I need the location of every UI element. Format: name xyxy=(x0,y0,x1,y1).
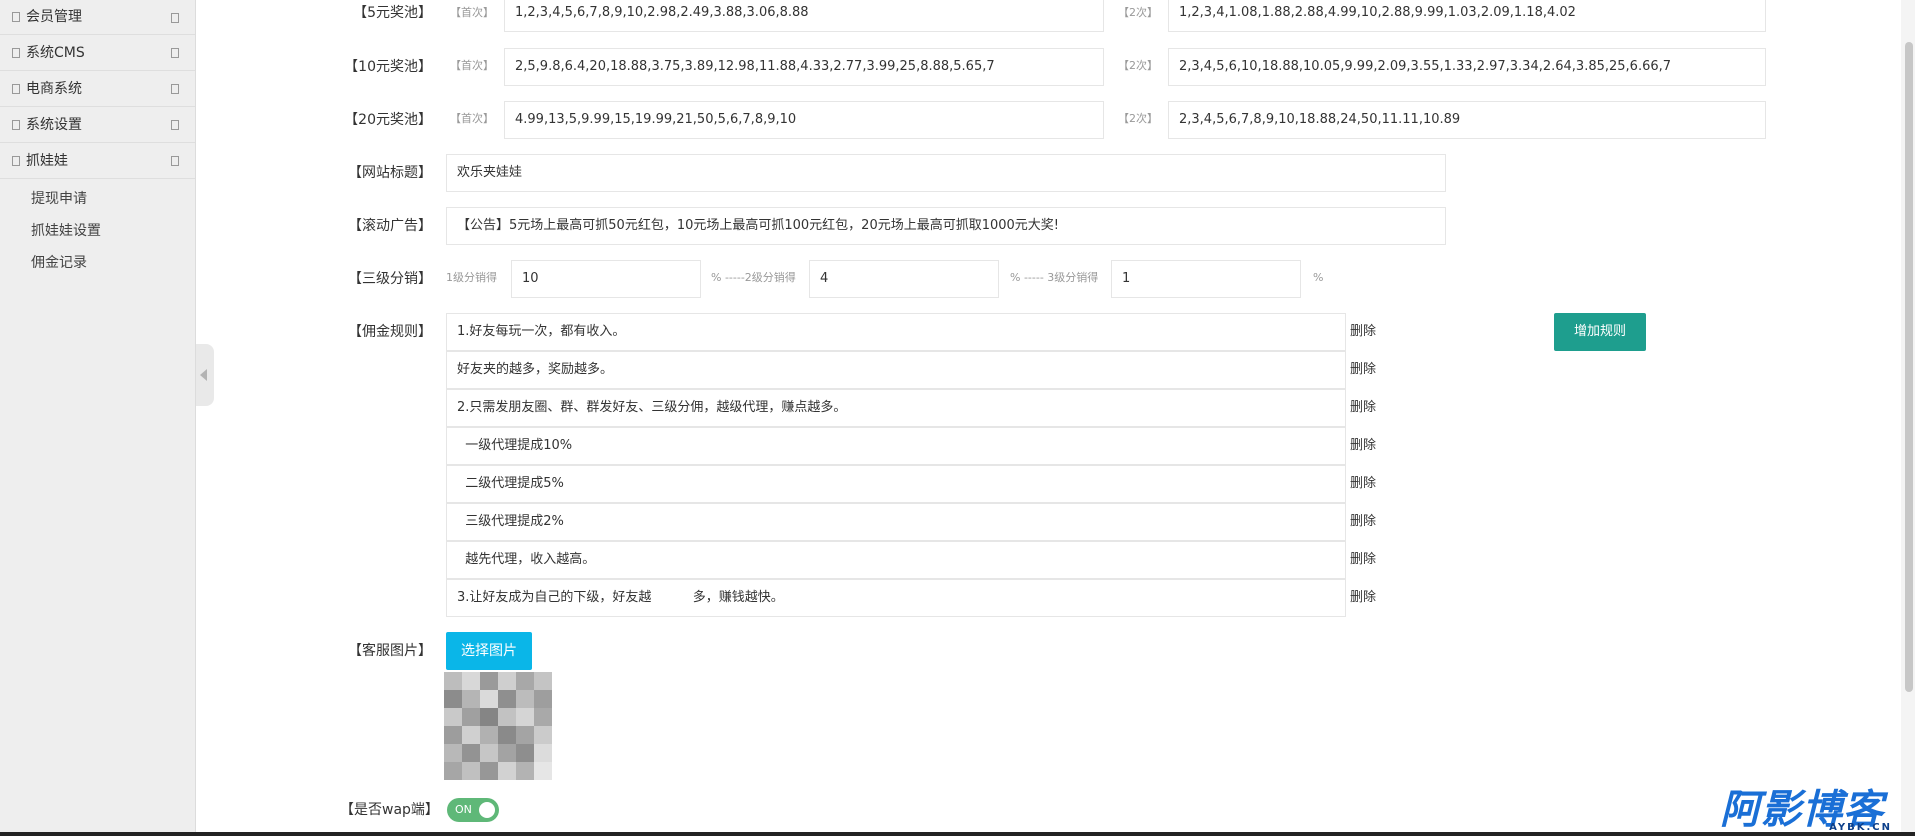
distribution-percent-suffix: % xyxy=(1313,271,1324,284)
delete-rule-button[interactable]: 删除 xyxy=(1350,313,1376,351)
add-rule-button[interactable]: 增加规则 xyxy=(1554,313,1646,351)
menu-icon xyxy=(12,120,20,130)
sidebar-item-cms[interactable]: 系统CMS xyxy=(0,35,195,71)
delete-rule-button[interactable]: 删除 xyxy=(1350,541,1376,579)
pool-10-first-hint: 【首次】 xyxy=(450,59,494,72)
sidebar-item-label: 系统设置 xyxy=(26,117,82,133)
delete-rule-button[interactable]: 删除 xyxy=(1350,427,1376,465)
pool-5-second-input[interactable]: 1,2,3,4,1.08,1.88,2.88,4.99,10,2.88,9.99… xyxy=(1168,0,1766,32)
delete-rule-button[interactable]: 删除 xyxy=(1350,503,1376,541)
pool-20-second-hint: 【2次】 xyxy=(1118,112,1158,125)
sidebar-item-label: 电商系统 xyxy=(26,81,82,97)
sidebar-subitem-withdraw[interactable]: 提现申请 xyxy=(0,183,195,215)
sidebar-subitem-commission-log[interactable]: 佣金记录 xyxy=(0,247,195,279)
menu-icon xyxy=(12,12,20,22)
pool-10-second-input[interactable]: 2,3,4,5,6,10,18.88,10.05,9.99,2.09,3.55,… xyxy=(1168,48,1766,86)
expand-icon xyxy=(171,84,179,94)
distribution-l1-hint: 1级分销得 xyxy=(446,271,497,284)
commission-rule-input[interactable]: 3.让好友成为自己的下级，好友越 多，赚钱越快。 xyxy=(446,579,1346,617)
commission-rule-input[interactable]: 2.只需发朋友圈、群、群发好友、三级分佣，越级代理，赚点越多。 xyxy=(446,389,1346,427)
marquee-input[interactable]: 【公告】5元场上最高可抓50元红包，10元场上最高可抓100元红包，20元场上最… xyxy=(446,207,1446,245)
service-qr-image xyxy=(444,672,552,780)
distribution-l3-input[interactable]: 1 xyxy=(1111,260,1301,298)
sidebar-item-label: 抓娃娃 xyxy=(26,153,68,169)
commission-rule-input[interactable]: 三级代理提成2% xyxy=(446,503,1346,541)
site-title-input[interactable]: 欢乐夹娃娃 xyxy=(446,154,1446,192)
distribution-l2-input[interactable]: 4 xyxy=(809,260,999,298)
expand-icon xyxy=(171,120,179,130)
distribution-l2-hint: % -----2级分销得 xyxy=(711,271,796,284)
choose-image-button[interactable]: 选择图片 xyxy=(446,632,532,670)
commission-rule-input[interactable]: 二级代理提成5% xyxy=(446,465,1346,503)
menu-icon xyxy=(12,84,20,94)
toggle-knob xyxy=(479,802,495,818)
sidebar: 会员管理 系统CMS 电商系统 系统设置 抓娃娃 提现申请 抓娃娃设置 佣金记录 xyxy=(0,0,196,836)
delete-rule-button[interactable]: 删除 xyxy=(1350,389,1376,427)
collapse-arrow-icon xyxy=(200,369,207,381)
pool-10-second-hint: 【2次】 xyxy=(1118,59,1158,72)
sidebar-submenu: 提现申请 抓娃娃设置 佣金记录 xyxy=(0,179,195,279)
menu-icon xyxy=(12,156,20,166)
marquee-label: 【滚动广告】 xyxy=(348,218,432,234)
distribution-l1-input[interactable]: 10 xyxy=(511,260,701,298)
commission-label: 【佣金规则】 xyxy=(348,324,432,340)
sidebar-item-member[interactable]: 会员管理 xyxy=(0,0,195,35)
pool-20-label: 【20元奖池】 xyxy=(344,112,432,128)
pool-20-first-input[interactable]: 4.99,13,5,9.99,15,19.99,21,50,5,6,7,8,9,… xyxy=(504,101,1104,139)
wap-label: 【是否wap端】 xyxy=(340,802,439,818)
scrollbar-thumb[interactable] xyxy=(1905,42,1913,692)
menu-icon xyxy=(12,48,20,58)
pool-10-label: 【10元奖池】 xyxy=(344,59,432,75)
wap-toggle-text: ON xyxy=(455,803,472,816)
pool-20-first-hint: 【首次】 xyxy=(450,112,494,125)
pool-10-first-input[interactable]: 2,5,9.8,6.4,20,18.88,3.75,3.89,12.98,11.… xyxy=(504,48,1104,86)
watermark-logo: 阿影博客 AYBK.CN xyxy=(1720,788,1900,836)
pool-5-label: 【5元奖池】 xyxy=(353,5,432,21)
sidebar-subitem-claw-settings[interactable]: 抓娃娃设置 xyxy=(0,215,195,247)
sidebar-item-settings[interactable]: 系统设置 xyxy=(0,107,195,143)
expand-icon xyxy=(171,48,179,58)
distribution-label: 【三级分销】 xyxy=(348,271,432,287)
pool-5-first-input[interactable]: 1,2,3,4,5,6,7,8,9,10,2.98,2.49,3.88,3.06… xyxy=(504,0,1104,32)
commission-rule-input[interactable]: 越先代理，收入越高。 xyxy=(446,541,1346,579)
expand-icon xyxy=(171,13,179,23)
sidebar-item-label: 会员管理 xyxy=(26,9,82,25)
sidebar-item-claw[interactable]: 抓娃娃 xyxy=(0,143,195,179)
page-scrollbar[interactable] xyxy=(1901,0,1915,836)
commission-rule-input[interactable]: 1.好友每玩一次，都有收入。 xyxy=(446,313,1346,351)
delete-rule-button[interactable]: 删除 xyxy=(1350,579,1376,617)
delete-rule-button[interactable]: 删除 xyxy=(1350,465,1376,503)
sidebar-item-ecommerce[interactable]: 电商系统 xyxy=(0,71,195,107)
bottom-divider xyxy=(0,832,1915,836)
pool-5-second-hint: 【2次】 xyxy=(1118,6,1158,19)
sidebar-collapse-toggle[interactable] xyxy=(196,344,214,406)
expand-icon xyxy=(171,156,179,166)
pool-20-second-input[interactable]: 2,3,4,5,6,7,8,9,10,18.88,24,50,11.11,10.… xyxy=(1168,101,1766,139)
site-title-label: 【网站标题】 xyxy=(348,165,432,181)
service-image-label: 【客服图片】 xyxy=(348,643,432,659)
sidebar-item-label: 系统CMS xyxy=(26,45,85,61)
distribution-l3-hint: % ----- 3级分销得 xyxy=(1010,271,1099,284)
delete-rule-button[interactable]: 删除 xyxy=(1350,351,1376,389)
commission-rule-input[interactable]: 好友夹的越多，奖励越多。 xyxy=(446,351,1346,389)
pool-5-first-hint: 【首次】 xyxy=(450,6,494,19)
commission-rule-input[interactable]: 一级代理提成10% xyxy=(446,427,1346,465)
wap-toggle[interactable]: ON xyxy=(447,798,499,822)
